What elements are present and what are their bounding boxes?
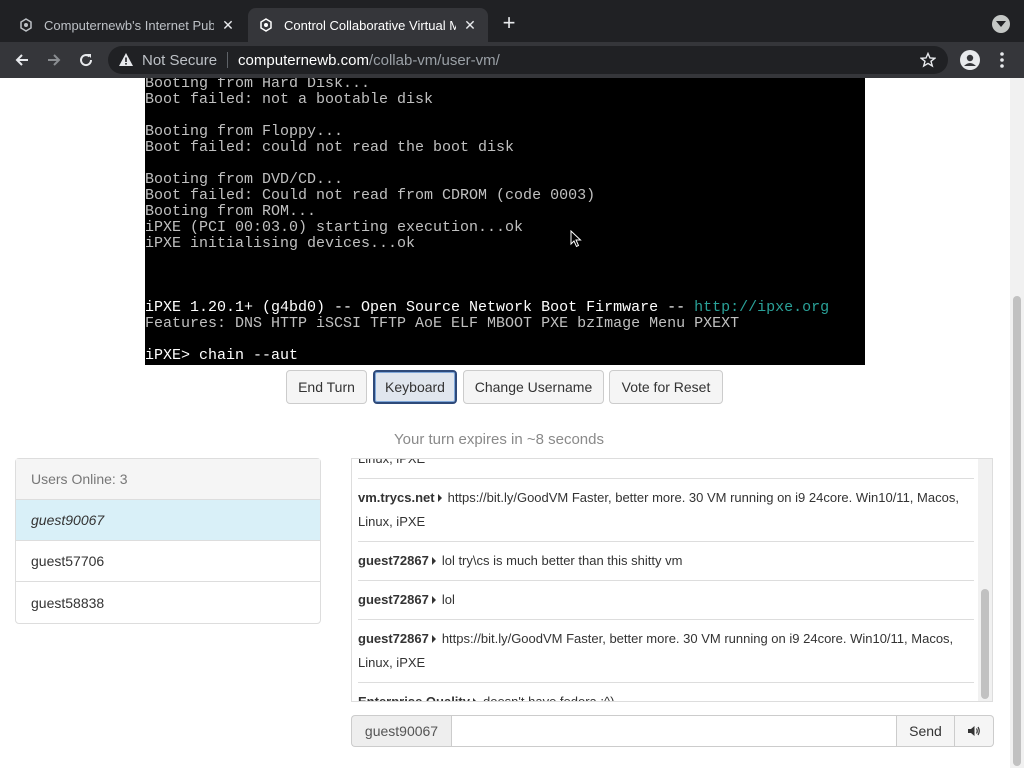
chat-message-author: Enterprise Quality (358, 694, 470, 702)
console-line: iPXE initialising devices...ok (145, 235, 416, 252)
change-username-button[interactable]: Change Username (463, 370, 604, 404)
address-bar[interactable]: Not Secure computernewb.com /collab-vm/u… (108, 46, 948, 74)
reload-icon[interactable] (74, 48, 98, 72)
chat-scrollbar[interactable] (978, 459, 992, 701)
chat-messages: Linux, iPXE vm.trycs.net https://bit.ly/Go… (358, 458, 974, 702)
url-host: computernewb.com (238, 51, 369, 69)
not-secure-label[interactable]: Not Secure (142, 52, 217, 69)
turn-status-text: Your turn expires in ~8 seconds (394, 431, 604, 448)
chat-arrow-icon (437, 494, 442, 502)
chat-log[interactable]: Linux, iPXE vm.trycs.net https://bit.ly/Go… (351, 458, 993, 702)
chat-arrow-icon (431, 635, 436, 643)
console-line: Booting from DVD/CD... (145, 171, 344, 188)
page-scrollbar-thumb[interactable] (1013, 296, 1021, 766)
chat-input-group: guest90067 Send (351, 715, 994, 747)
chat-arrow-icon (431, 557, 436, 565)
chat-message: Linux, iPXE (358, 458, 974, 479)
sound-toggle-button[interactable] (955, 715, 994, 747)
site-favicon-icon (258, 17, 274, 33)
browser-menu-icon[interactable] (996, 50, 1008, 70)
console-banner-text: iPXE 1.20.1+ (g4bd0) -- Open Source Netw… (145, 299, 695, 316)
url-path: /collab-vm/user-vm/ (368, 51, 500, 69)
chat-message-text: https://bit.ly/GoodVM Faster, better mor… (358, 490, 959, 529)
chat-message: guest72867 https://bit.ly/GoodVM Faster, … (358, 620, 974, 683)
chat-message: guest72867 lol (358, 581, 974, 620)
end-turn-button[interactable]: End Turn (286, 370, 367, 404)
users-online-header: Users Online: 3 (16, 459, 320, 500)
close-tab-icon[interactable]: ✕ (462, 17, 478, 33)
console-line: Boot failed: not a bootable disk (145, 91, 434, 108)
console-line: Boot failed: could not read the boot dis… (145, 139, 515, 156)
chat-message-text: lol try\cs is much better than this shit… (441, 553, 683, 568)
browser-toolbar: Not Secure computernewb.com /collab-vm/u… (0, 42, 1024, 78)
tab-title: Computernewb's Internet Pub (44, 17, 214, 33)
send-button[interactable]: Send (897, 715, 955, 747)
page-scrollbar[interactable] (1010, 78, 1024, 768)
chat-message-author: guest72867 (358, 592, 429, 607)
chat-message-input[interactable] (451, 715, 897, 747)
user-list-item-self[interactable]: guest90067 (16, 500, 320, 541)
chat-message-text: lol (441, 592, 455, 607)
tab-collab-vm[interactable]: Control Collaborative Virtual M ✕ (248, 8, 488, 42)
chat-message-text: doesn't have fedora :^) (482, 694, 615, 702)
chat-username-label: guest90067 (351, 715, 451, 747)
tab-title: Control Collaborative Virtual M (284, 17, 456, 33)
chat-message-author: vm.trycs.net (358, 490, 435, 505)
speaker-icon (968, 726, 980, 736)
console-line: Booting from Floppy... (145, 123, 344, 140)
console-line: Booting from Hard Disk... (145, 78, 371, 92)
user-list-item[interactable]: guest57706 (16, 541, 320, 582)
chat-message-text: Linux, iPXE (358, 458, 426, 466)
address-separator (227, 52, 229, 68)
bookmark-star-icon[interactable] (919, 51, 937, 73)
chat-message-author: guest72867 (358, 631, 429, 646)
forward-arrow-icon[interactable] (42, 48, 66, 72)
console-line: iPXE (PCI 00:03.0) starting execution...… (145, 219, 524, 236)
console-line: Features: DNS HTTP iSCSI TFTP AoE ELF MB… (145, 315, 740, 332)
vote-reset-button[interactable]: Vote for Reset (609, 370, 723, 404)
back-arrow-icon[interactable] (10, 48, 34, 72)
chat-message-author: guest72867 (358, 553, 429, 568)
console-link: http://ipxe.org (694, 299, 830, 316)
tab-search-dropdown-icon[interactable] (992, 15, 1010, 33)
chat-message: vm.trycs.net https://bit.ly/GoodVM Faster… (358, 479, 974, 542)
chat-arrow-icon (431, 596, 436, 604)
profile-avatar-icon[interactable] (960, 50, 980, 70)
online-users-panel: Users Online: 3 guest90067 guest57706 gu… (15, 458, 321, 624)
site-favicon-icon (18, 17, 34, 33)
close-tab-icon[interactable]: ✕ (220, 17, 236, 33)
user-list-item[interactable]: guest58838 (16, 582, 320, 623)
console-prompt-line: iPXE> chain --aut (145, 347, 299, 364)
warning-icon (119, 53, 133, 66)
chat-scrollbar-thumb[interactable] (981, 589, 989, 699)
console-line: Booting from ROM... (145, 203, 317, 220)
console-line-ipxe-banner: iPXE 1.20.1+ (g4bd0) -- Open Source Netw… (145, 300, 829, 316)
browser-tab-strip: Computernewb's Internet Pub ✕ Control Co… (0, 0, 1024, 42)
chat-arrow-icon (472, 698, 477, 701)
chat-message: Enterprise Quality doesn't have fedora :^… (358, 683, 974, 702)
tab-computernewb-pub[interactable]: Computernewb's Internet Pub ✕ (8, 8, 246, 42)
chat-message-text: https://bit.ly/GoodVM Faster, better mor… (358, 631, 954, 670)
console-line: Boot failed: Could not read from CDROM (… (145, 187, 596, 204)
new-tab-button[interactable]: + (497, 12, 521, 36)
mouse-pointer-icon (570, 229, 582, 253)
vm-display[interactable]: Booting from Hard Disk... Boot failed: n… (145, 78, 865, 365)
collab-vm-page: Booting from Hard Disk... Boot failed: n… (0, 78, 1010, 768)
keyboard-button[interactable]: Keyboard (373, 370, 457, 404)
chat-message: guest72867 lol try\cs is much better than… (358, 542, 974, 581)
